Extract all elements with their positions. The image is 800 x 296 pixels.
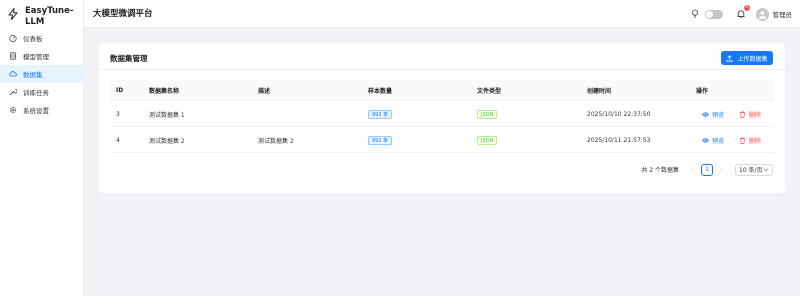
row-actions: 预览 删除 [696,102,761,127]
sidebar-item-label: 仪表板 [23,35,43,43]
sidebar-item-label: 系统设置 [23,107,49,115]
notification-bell[interactable]: 5 [736,5,750,19]
count-tag: 992 条 [368,110,393,119]
table-header: ID 数据集名称 描述 样本数量 文件类型 创建时间 操作 [110,80,774,101]
sidebar-nav: 仪表板 模型管理 数据集 训练任务 系统设置 [0,29,84,119]
delete-button[interactable]: 删除 [739,136,761,145]
sidebar: EasyTune-LLM 仪表板 模型管理 数据集 训练任务 系统设置 [0,0,84,296]
eye-icon [702,112,709,117]
next-page-button[interactable]: › [716,164,727,175]
bulb-icon [691,9,698,18]
preview-label: 预览 [712,138,725,145]
chevron-right-icon: › [720,165,723,174]
sidebar-item-dashboard[interactable]: 仪表板 [0,29,84,47]
page-size-value: 10 条/页 [739,167,763,174]
trash-icon [740,111,746,118]
page-title: 大模型微调平台 [93,9,153,19]
chevron-down-icon [763,168,769,171]
column-header-count: 样本数量 [368,87,393,95]
lightning-icon [8,8,18,20]
column-header-actions: 操作 [696,87,709,95]
row-name: 测试数据集 2 [149,138,185,145]
count-tag: 992 条 [368,136,393,145]
header-actions: 5 管理员 [691,5,793,22]
top-header: 大模型微调平台 5 管理员 [84,0,800,28]
delete-label: 删除 [749,138,762,145]
sidebar-item-settings[interactable]: 系统设置 [0,101,84,119]
row-created: 2025/10/11 21:57:53 [587,137,651,144]
user-name[interactable]: 管理员 [773,9,793,19]
type-tag: JSON [477,136,498,145]
row-description: 测试数据集 2 [258,138,294,145]
card-title: 数据集管理 [110,54,148,63]
sidebar-item-models[interactable]: 模型管理 [0,47,84,65]
row-id: 3 [116,111,120,118]
notification-badge: 5 [743,5,750,11]
avatar[interactable] [755,7,769,21]
column-header-id: ID [116,86,124,94]
preview-button[interactable]: 预览 [702,110,724,119]
dataset-table: ID 数据集名称 描述 样本数量 文件类型 创建时间 操作 3 测试数据集 1 … [110,80,774,153]
type-tag: JSON [477,110,498,119]
pagination: 共 2 个数据集 ‹ 1 › 10 条/页 [641,163,773,176]
column-header-name: 数据集名称 [149,87,180,95]
brand: EasyTune-LLM [8,6,80,28]
total-count: 共 2 个数据集 [641,167,679,174]
sidebar-item-label: 训练任务 [23,89,49,97]
row-created: 2025/10/10 22:37:50 [587,111,651,118]
sidebar-item-training[interactable]: 训练任务 [0,83,84,101]
table-row: 3 测试数据集 1 992 条 JSON 2025/10/10 22:37:50… [110,101,774,127]
preview-label: 预览 [712,112,725,119]
upload-icon [726,54,734,62]
dataset-card: 数据集管理 上传数据集 ID 数据集名称 描述 样本数量 文件类型 创建时间 操… [99,43,785,193]
sidebar-item-datasets[interactable]: 数据集 [0,65,84,83]
bell-icon [737,10,744,19]
column-header-created: 创建时间 [587,87,612,95]
column-header-description: 描述 [258,87,271,95]
theme-toggle[interactable] [704,9,723,19]
prev-page-button[interactable]: ‹ [687,164,698,175]
gear-icon [9,106,17,114]
chevron-left-icon: ‹ [691,165,694,174]
dashboard-icon [9,34,17,42]
upload-label: 上传数据集 [737,55,768,63]
row-count-cell: 992 条 [368,102,393,127]
page-size-select[interactable]: 10 条/页 [735,163,773,176]
row-id: 4 [116,137,120,144]
row-type-cell: JSON [477,102,498,127]
preview-button[interactable]: 预览 [702,136,724,145]
delete-button[interactable]: 删除 [739,110,761,119]
trash-icon [740,137,746,144]
page-number-button[interactable]: 1 [701,163,713,176]
column-header-type: 文件类型 [477,87,502,95]
eye-icon [702,138,709,143]
upload-dataset-button[interactable]: 上传数据集 [721,51,773,65]
row-actions: 预览 删除 [696,128,761,153]
sidebar-item-label: 数据集 [23,71,43,79]
database-icon [9,52,17,60]
user-icon [758,10,766,19]
cloud-icon [9,70,17,78]
row-name: 测试数据集 1 [149,112,185,119]
brand-name: EasyTune-LLM [25,6,74,27]
wrench-icon [9,88,17,96]
row-type-cell: JSON [477,128,498,153]
delete-label: 删除 [749,112,762,119]
sidebar-item-label: 模型管理 [23,53,49,61]
card-header: 数据集管理 上传数据集 [99,43,785,70]
table-row: 4 测试数据集 2 测试数据集 2 992 条 JSON 2025/10/11 … [110,127,774,153]
row-count-cell: 992 条 [368,128,393,153]
